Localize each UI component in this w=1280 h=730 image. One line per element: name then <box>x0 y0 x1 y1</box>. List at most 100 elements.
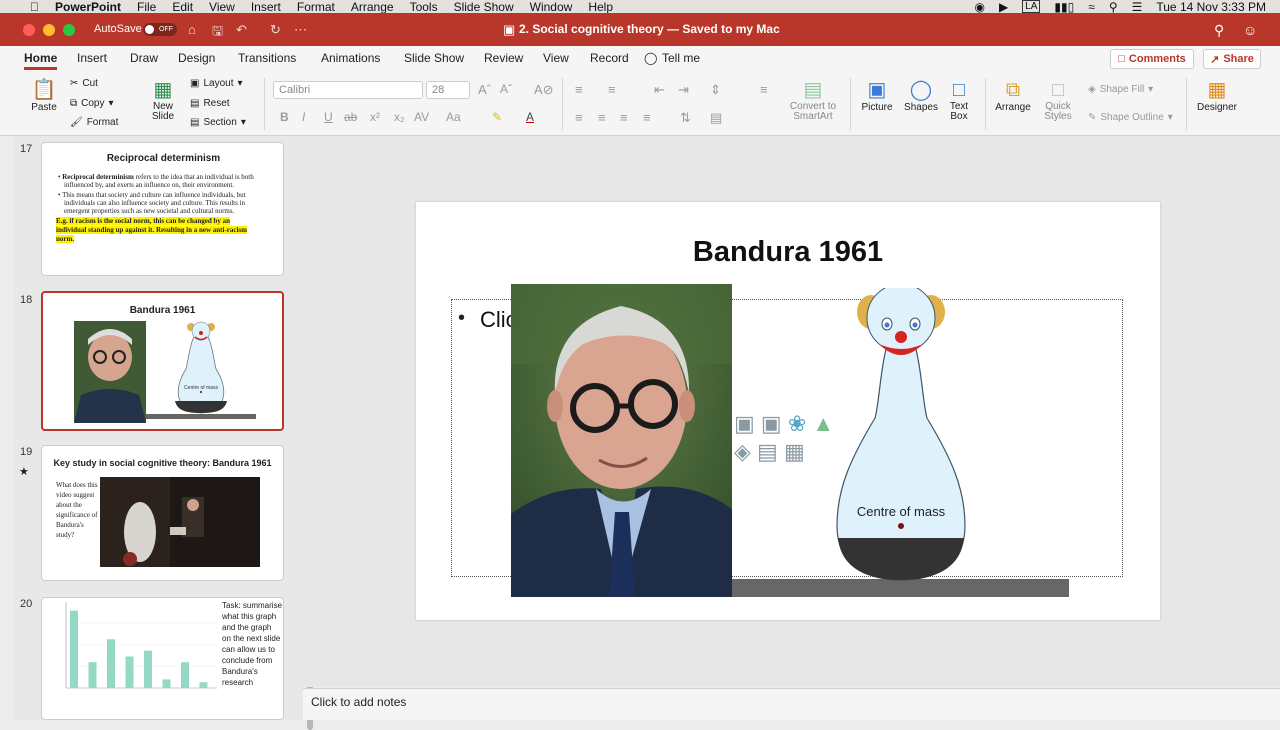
apple-icon[interactable]:  <box>30 0 39 14</box>
menu-view[interactable]: View <box>209 0 235 14</box>
font-size-select[interactable]: 28 <box>426 81 470 99</box>
notes-placeholder[interactable]: Click to add notes <box>311 695 406 709</box>
columns-icon[interactable]: ≡ <box>760 82 768 97</box>
section-button[interactable]: ▤ Section ▾ <box>190 117 246 128</box>
subscript-icon[interactable]: x₂ <box>394 110 405 124</box>
play-icon[interactable]: ▶ <box>999 0 1008 14</box>
undo-icon[interactable]: ↶ <box>236 22 247 38</box>
tab-insert[interactable]: Insert <box>77 51 107 65</box>
change-case-icon[interactable]: Aa <box>446 110 461 124</box>
icon-insert-icon[interactable]: ▣ <box>734 411 755 436</box>
slide-title[interactable]: Bandura 1961 <box>416 236 1160 269</box>
menu-edit[interactable]: Edit <box>172 0 193 14</box>
menu-tools[interactable]: Tools <box>410 0 438 14</box>
align-text-icon[interactable]: ▤ <box>710 110 722 126</box>
home-icon[interactable]: ⌂ <box>188 22 196 37</box>
copy-button[interactable]: ⧉ Copy ▾ <box>70 98 114 109</box>
tab-slide-show[interactable]: Slide Show <box>404 51 464 65</box>
user-initials[interactable]: LA <box>1022 0 1041 13</box>
save-icon[interactable]: 🖫 <box>212 22 223 44</box>
menu-window[interactable]: Window <box>530 0 573 14</box>
shapes-button[interactable]: ◯ Shapes <box>902 78 940 113</box>
cut-button[interactable]: ✂ Cut <box>70 78 98 89</box>
slide-thumbnail-panel[interactable]: 17 Reciprocal determinism • Reciprocal d… <box>15 136 313 730</box>
wifi-icon[interactable]: ≈ <box>1088 0 1095 14</box>
minimize-window-button[interactable] <box>43 24 55 36</box>
tab-home[interactable]: Home <box>24 51 58 70</box>
clock[interactable]: Tue 14 Nov 3:33 PM <box>1156 0 1266 14</box>
menu-format[interactable]: Format <box>297 0 335 14</box>
decrease-indent-icon[interactable]: ⇤ <box>654 82 665 98</box>
convert-to-smartart-button[interactable]: ▤ Convert to SmartArt <box>788 78 838 122</box>
tell-me-field[interactable]: Tell me <box>662 51 700 65</box>
table-insert-icon[interactable]: ▦ <box>784 439 805 464</box>
numbering-icon[interactable]: ≡ <box>608 82 616 97</box>
text-box-button[interactable]: □ Text Box <box>944 78 974 122</box>
battery-icon[interactable]: ▮▮▯ <box>1054 0 1074 14</box>
tab-transitions[interactable]: Transitions <box>238 51 296 65</box>
bobo-doll-graphic[interactable]: Centre of mass <box>831 288 971 588</box>
align-left-icon[interactable]: ≡ <box>575 110 583 125</box>
zoom-window-button[interactable] <box>63 24 75 36</box>
format-painter-button[interactable]: 🖌 Format <box>70 117 118 128</box>
increase-font-icon[interactable]: Aˆ <box>478 82 491 97</box>
line-spacing-icon[interactable]: ⇕ <box>710 82 721 98</box>
menu-insert[interactable]: Insert <box>251 0 281 14</box>
autosave-toggle[interactable]: OFF <box>143 23 177 36</box>
slide-thumbnail-20[interactable]: Task: summarise what this graph and the … <box>41 597 284 720</box>
menu-slide-show[interactable]: Slide Show <box>454 0 514 14</box>
superscript-icon[interactable]: x² <box>370 110 380 124</box>
designer-button[interactable]: ▦ Designer <box>1196 78 1238 113</box>
menu-help[interactable]: Help <box>588 0 613 14</box>
font-color-icon[interactable]: A <box>526 110 534 124</box>
notes-pane[interactable]: Click to add notes <box>303 688 1280 720</box>
increase-indent-icon[interactable]: ⇥ <box>678 82 689 98</box>
text-direction-icon[interactable]: ⇅ <box>680 110 691 126</box>
shape-fill-button[interactable]: ◈ Shape Fill ▾ <box>1088 84 1153 95</box>
tab-design[interactable]: Design <box>178 51 215 65</box>
document-title[interactable]: 2. Social cognitive theory — Saved to my… <box>519 22 780 36</box>
underline-icon[interactable]: U <box>324 110 333 124</box>
bullets-icon[interactable]: ≡ <box>575 82 583 97</box>
menu-file[interactable]: File <box>137 0 156 14</box>
person-icon[interactable]: ☺ <box>1243 22 1257 38</box>
new-slide-button[interactable]: ▦ New Slide <box>144 78 182 122</box>
app-menu[interactable]: PowerPoint <box>55 0 121 14</box>
highlight-icon[interactable]: ✎ <box>492 110 502 124</box>
font-name-select[interactable]: Calibri <box>273 81 423 99</box>
tab-view[interactable]: View <box>543 51 569 65</box>
search-icon[interactable]: ⚲ <box>1109 0 1118 14</box>
tab-record[interactable]: Record <box>590 51 629 65</box>
clear-formatting-icon[interactable]: A⊘ <box>534 82 554 98</box>
menu-arrange[interactable]: Arrange <box>351 0 394 14</box>
align-center-icon[interactable]: ≡ <box>598 110 606 125</box>
tab-review[interactable]: Review <box>484 51 523 65</box>
image-insert-icon[interactable]: ▣ <box>761 411 782 436</box>
picture-button[interactable]: ▣ Picture <box>858 78 896 113</box>
redo-icon[interactable]: ↻ <box>270 22 281 38</box>
tab-draw[interactable]: Draw <box>130 51 158 65</box>
bird-insert-icon[interactable]: ❀ <box>788 411 806 436</box>
italic-icon[interactable]: I <box>302 110 305 124</box>
control-center-icon[interactable]: ☰ <box>1132 0 1143 14</box>
align-right-icon[interactable]: ≡ <box>620 110 628 125</box>
slide-thumbnail-19[interactable]: Key study in social cognitive theory: Ba… <box>41 445 284 581</box>
tab-animations[interactable]: Animations <box>321 51 380 65</box>
close-window-button[interactable] <box>23 24 35 36</box>
shape-outline-button[interactable]: ✎ Shape Outline ▾ <box>1088 112 1173 123</box>
more-icon[interactable]: ⋯ <box>294 22 307 38</box>
paste-button[interactable]: 📋 Paste <box>28 78 60 113</box>
3d-model-insert-icon[interactable]: ◈ <box>734 439 751 464</box>
share-button[interactable]: ↗ Share <box>1203 49 1261 69</box>
search-icon[interactable]: ⚲ <box>1214 22 1224 39</box>
bold-icon[interactable]: B <box>280 110 289 124</box>
record-icon[interactable]: ◉ <box>974 0 984 14</box>
comments-button[interactable]: □ Comments <box>1110 49 1194 69</box>
slide-thumbnail-18[interactable]: Bandura 1961 Centre of mass <box>41 291 284 431</box>
strikethrough-icon[interactable]: ab <box>344 110 357 124</box>
video-insert-icon[interactable]: ▤ <box>757 439 778 464</box>
slide-thumbnail-17[interactable]: Reciprocal determinism • Reciprocal dete… <box>41 142 284 276</box>
quick-styles-button[interactable]: □ Quick Styles <box>1040 78 1076 122</box>
layout-button[interactable]: ▣ Layout ▾ <box>190 78 243 89</box>
justify-icon[interactable]: ≡ <box>643 110 651 125</box>
